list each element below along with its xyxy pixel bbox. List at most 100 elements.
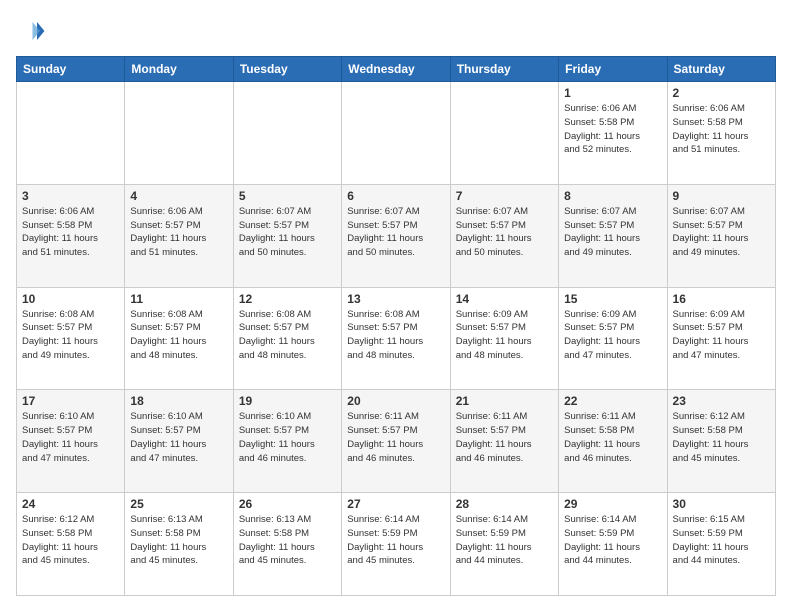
day-number: 16 [673,292,770,306]
day-number: 19 [239,394,336,408]
page: SundayMondayTuesdayWednesdayThursdayFrid… [0,0,792,612]
calendar-cell [17,82,125,185]
calendar-cell: 12 Sunrise: 6:08 AM Sunset: 5:57 PM Dayli… [233,287,341,390]
day-info: Sunrise: 6:09 AM Sunset: 5:57 PM Dayligh… [673,308,770,363]
weekday-header-wednesday: Wednesday [342,57,450,82]
calendar-cell: 1Sunrise: 6:06 AM Sunset: 5:58 PM Daylig… [559,82,667,185]
weekday-header-tuesday: Tuesday [233,57,341,82]
calendar-cell: 4Sunrise: 6:06 AM Sunset: 5:57 PM Daylig… [125,184,233,287]
calendar-cell: 17 Sunrise: 6:10 AM Sunset: 5:57 PM Dayli… [17,390,125,493]
weekday-header-sunday: Sunday [17,57,125,82]
day-info: Sunrise: 6:09 AM Sunset: 5:57 PM Dayligh… [456,308,553,363]
day-number: 28 [456,497,553,511]
day-info: Sunrise: 6:13 AM Sunset: 5:58 PM Dayligh… [239,513,336,568]
day-info: Sunrise: 6:13 AM Sunset: 5:58 PM Dayligh… [130,513,227,568]
calendar-cell [342,82,450,185]
day-number: 8 [564,189,661,203]
calendar-cell: 23 Sunrise: 6:12 AM Sunset: 5:58 PM Dayli… [667,390,775,493]
calendar-cell: 20Sunrise: 6:11 AM Sunset: 5:57 PM Dayli… [342,390,450,493]
weekday-header-thursday: Thursday [450,57,558,82]
weekday-header-friday: Friday [559,57,667,82]
day-number: 27 [347,497,444,511]
calendar-cell: 13Sunrise: 6:08 AM Sunset: 5:57 PM Dayli… [342,287,450,390]
day-number: 20 [347,394,444,408]
day-number: 11 [130,292,227,306]
day-info: Sunrise: 6:14 AM Sunset: 5:59 PM Dayligh… [347,513,444,568]
calendar-row-4: 24 Sunrise: 6:12 AM Sunset: 5:58 PM Dayli… [17,493,776,596]
calendar-cell: 22Sunrise: 6:11 AM Sunset: 5:58 PM Dayli… [559,390,667,493]
day-number: 10 [22,292,119,306]
calendar-row-2: 10 Sunrise: 6:08 AM Sunset: 5:57 PM Dayli… [17,287,776,390]
calendar-cell [233,82,341,185]
weekday-header-row: SundayMondayTuesdayWednesdayThursdayFrid… [17,57,776,82]
day-number: 24 [22,497,119,511]
calendar-cell: 19 Sunrise: 6:10 AM Sunset: 5:57 PM Dayli… [233,390,341,493]
calendar-row-0: 1Sunrise: 6:06 AM Sunset: 5:58 PM Daylig… [17,82,776,185]
day-info: Sunrise: 6:14 AM Sunset: 5:59 PM Dayligh… [456,513,553,568]
day-info: Sunrise: 6:11 AM Sunset: 5:57 PM Dayligh… [456,410,553,465]
calendar-cell [450,82,558,185]
day-info: Sunrise: 6:06 AM Sunset: 5:58 PM Dayligh… [564,102,661,157]
day-info: Sunrise: 6:15 AM Sunset: 5:59 PM Dayligh… [673,513,770,568]
day-info: Sunrise: 6:09 AM Sunset: 5:57 PM Dayligh… [564,308,661,363]
day-number: 15 [564,292,661,306]
day-number: 26 [239,497,336,511]
day-info: Sunrise: 6:06 AM Sunset: 5:58 PM Dayligh… [673,102,770,157]
calendar-cell: 29 Sunrise: 6:14 AM Sunset: 5:59 PM Dayli… [559,493,667,596]
calendar-cell: 2 Sunrise: 6:06 AM Sunset: 5:58 PM Daylig… [667,82,775,185]
day-info: Sunrise: 6:10 AM Sunset: 5:57 PM Dayligh… [22,410,119,465]
logo-icon [16,16,46,46]
day-info: Sunrise: 6:07 AM Sunset: 5:57 PM Dayligh… [456,205,553,260]
weekday-header-saturday: Saturday [667,57,775,82]
day-info: Sunrise: 6:07 AM Sunset: 5:57 PM Dayligh… [564,205,661,260]
calendar-cell: 21 Sunrise: 6:11 AM Sunset: 5:57 PM Dayli… [450,390,558,493]
calendar-cell: 6Sunrise: 6:07 AM Sunset: 5:57 PM Daylig… [342,184,450,287]
day-number: 2 [673,86,770,100]
day-number: 30 [673,497,770,511]
day-number: 5 [239,189,336,203]
day-info: Sunrise: 6:08 AM Sunset: 5:57 PM Dayligh… [130,308,227,363]
day-info: Sunrise: 6:12 AM Sunset: 5:58 PM Dayligh… [22,513,119,568]
calendar-cell: 10Sunrise: 6:08 AM Sunset: 5:57 PM Dayli… [17,287,125,390]
day-info: Sunrise: 6:06 AM Sunset: 5:57 PM Dayligh… [130,205,227,260]
day-number: 23 [673,394,770,408]
day-number: 7 [456,189,553,203]
calendar-cell: 9 Sunrise: 6:07 AM Sunset: 5:57 PM Daylig… [667,184,775,287]
calendar-cell: 7 Sunrise: 6:07 AM Sunset: 5:57 PM Daylig… [450,184,558,287]
calendar-row-3: 17 Sunrise: 6:10 AM Sunset: 5:57 PM Dayli… [17,390,776,493]
day-number: 3 [22,189,119,203]
day-info: Sunrise: 6:08 AM Sunset: 5:57 PM Dayligh… [239,308,336,363]
header [16,16,776,46]
calendar-table: SundayMondayTuesdayWednesdayThursdayFrid… [16,56,776,596]
day-number: 6 [347,189,444,203]
calendar-cell: 25 Sunrise: 6:13 AM Sunset: 5:58 PM Dayli… [125,493,233,596]
day-number: 13 [347,292,444,306]
calendar-cell: 16 Sunrise: 6:09 AM Sunset: 5:57 PM Dayli… [667,287,775,390]
calendar-cell: 5 Sunrise: 6:07 AM Sunset: 5:57 PM Daylig… [233,184,341,287]
day-number: 17 [22,394,119,408]
day-info: Sunrise: 6:14 AM Sunset: 5:59 PM Dayligh… [564,513,661,568]
calendar-cell: 27 Sunrise: 6:14 AM Sunset: 5:59 PM Dayli… [342,493,450,596]
calendar-cell: 8 Sunrise: 6:07 AM Sunset: 5:57 PM Daylig… [559,184,667,287]
calendar-cell: 28 Sunrise: 6:14 AM Sunset: 5:59 PM Dayli… [450,493,558,596]
day-info: Sunrise: 6:07 AM Sunset: 5:57 PM Dayligh… [673,205,770,260]
day-info: Sunrise: 6:07 AM Sunset: 5:57 PM Dayligh… [239,205,336,260]
calendar-cell: 3 Sunrise: 6:06 AM Sunset: 5:58 PM Daylig… [17,184,125,287]
day-number: 25 [130,497,227,511]
calendar-cell: 24 Sunrise: 6:12 AM Sunset: 5:58 PM Dayli… [17,493,125,596]
calendar-cell: 18Sunrise: 6:10 AM Sunset: 5:57 PM Dayli… [125,390,233,493]
day-info: Sunrise: 6:06 AM Sunset: 5:58 PM Dayligh… [22,205,119,260]
day-number: 14 [456,292,553,306]
logo [16,16,48,46]
day-number: 12 [239,292,336,306]
day-info: Sunrise: 6:11 AM Sunset: 5:58 PM Dayligh… [564,410,661,465]
weekday-header-monday: Monday [125,57,233,82]
day-number: 9 [673,189,770,203]
calendar-cell: 30 Sunrise: 6:15 AM Sunset: 5:59 PM Dayli… [667,493,775,596]
day-info: Sunrise: 6:12 AM Sunset: 5:58 PM Dayligh… [673,410,770,465]
day-number: 21 [456,394,553,408]
calendar-cell [125,82,233,185]
day-number: 29 [564,497,661,511]
day-info: Sunrise: 6:10 AM Sunset: 5:57 PM Dayligh… [239,410,336,465]
day-info: Sunrise: 6:10 AM Sunset: 5:57 PM Dayligh… [130,410,227,465]
